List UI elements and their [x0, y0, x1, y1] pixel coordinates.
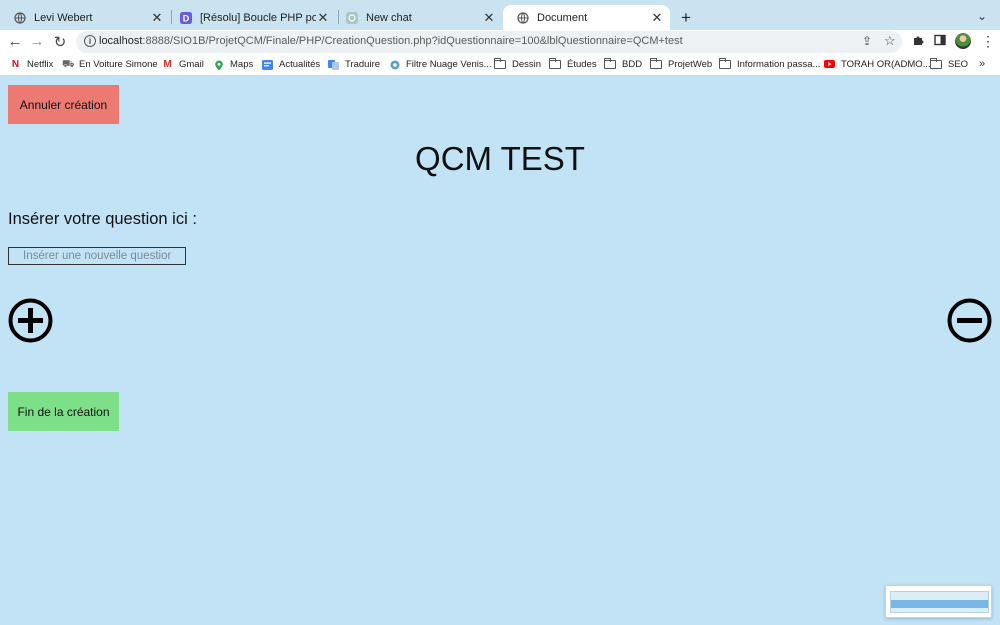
youtube-icon — [824, 59, 835, 70]
new-tab-plus-icon[interactable]: + — [678, 8, 694, 28]
bookmark-label: BDD — [622, 59, 643, 70]
page-title: QCM TEST — [415, 140, 585, 177]
bookmark-label: Études — [567, 59, 597, 70]
address-bar[interactable]: i localhost:8888/SIO1B/ProjetQCM/Finale/… — [76, 31, 902, 53]
back-arrow-icon[interactable]: ← — [6, 33, 24, 50]
bookmark-label: Traduire — [345, 59, 381, 70]
car-icon: ⛟ — [62, 58, 75, 70]
gmail-icon: M — [163, 58, 172, 70]
globe-icon — [14, 11, 26, 24]
bookmark-netflix[interactable]: N Netflix — [10, 58, 54, 70]
tab-document[interactable]: Document ✕ — [503, 5, 670, 30]
question-input[interactable] — [8, 247, 186, 265]
finish-creation-button[interactable]: Fin de la création — [8, 392, 119, 431]
bookmark-torah-or[interactable]: TORAH OR(ADMO... — [824, 59, 931, 70]
tab-title: [Résolu] Boucle PHP pour créer — [200, 11, 316, 24]
bookmark-label: Actualités — [279, 59, 321, 70]
bookmark-maps[interactable]: Maps — [213, 59, 253, 70]
translate-icon — [328, 59, 339, 70]
globe-icon — [517, 11, 529, 24]
folder-icon — [930, 58, 942, 69]
bookmark-traduire[interactable]: Traduire — [328, 59, 380, 70]
bookmark-label: TORAH OR(ADMO... — [841, 59, 931, 70]
browser-menu-icon[interactable]: ⋮ — [981, 33, 995, 50]
bookmark-en-voiture-simone[interactable]: ⛟ En Voiture Simone — [62, 59, 158, 70]
bookmark-label: Maps — [230, 59, 254, 70]
thumbnail-image — [890, 591, 989, 613]
bookmark-label: Information passa... — [737, 59, 821, 70]
tab-strip: Levi Webert ✕ D [Résolu] Boucle PHP pour… — [0, 0, 1000, 30]
tab-close-icon[interactable]: ✕ — [482, 10, 496, 26]
folder-icon — [650, 58, 662, 69]
url-path: :8888/SIO1B/ProjetQCM/Finale/PHP/Creatio… — [142, 35, 683, 47]
bookmark-label: En Voiture Simone — [79, 59, 158, 70]
bookmark-filtre-nuage[interactable]: Filtre Nuage Venis... — [389, 59, 492, 70]
add-question-plus-icon[interactable] — [8, 298, 53, 343]
bookmark-label: Dessin — [512, 59, 542, 70]
bookmark-label: ProjetWeb — [668, 59, 713, 70]
folder-icon — [494, 58, 506, 69]
svg-text:D: D — [183, 13, 190, 23]
site-info-icon[interactable]: i — [84, 35, 96, 47]
bookmark-gmail[interactable]: M Gmail — [162, 58, 204, 70]
share-icon[interactable]: ⇪ — [862, 34, 872, 48]
bookmark-star-icon[interactable]: ☆ — [884, 33, 896, 49]
folder-icon — [719, 58, 731, 69]
bookmarks-more-chevron[interactable]: » — [979, 58, 985, 70]
tab-title: Document — [537, 11, 588, 24]
tab-new-chat[interactable]: New chat ✕ — [332, 5, 502, 30]
bookmark-etudes[interactable]: Études — [549, 58, 597, 70]
tab-search-chevron-icon[interactable]: ⌄ — [977, 9, 987, 23]
bookmark-label: Filtre Nuage Venis... — [406, 59, 492, 70]
bookmark-label: Gmail — [179, 59, 204, 70]
cancel-creation-button[interactable]: Annuler création — [8, 85, 119, 124]
extensions-puzzle-icon[interactable] — [912, 34, 924, 49]
bookmark-label: SEO — [948, 59, 969, 70]
tab-title: Levi Webert — [34, 11, 93, 24]
chat-icon — [346, 11, 358, 24]
bookmark-dessin[interactable]: Dessin — [494, 58, 542, 70]
bookmark-actualites[interactable]: Actualités — [262, 59, 320, 70]
bookmark-bdd[interactable]: BDD — [604, 58, 643, 70]
d-logo-icon: D — [180, 11, 192, 24]
bookmark-label: Netflix — [27, 59, 54, 70]
tab-resolu-boucle-php[interactable]: D [Résolu] Boucle PHP pour créer ✕ — [166, 5, 336, 30]
reload-icon[interactable]: ↻ — [51, 33, 69, 51]
bookmark-projetweb[interactable]: ProjetWeb — [650, 58, 713, 70]
bookmark-seo[interactable]: SEO — [930, 58, 969, 70]
filter-icon — [389, 60, 400, 70]
folder-icon — [549, 58, 561, 69]
tab-close-icon[interactable]: ✕ — [650, 10, 664, 26]
tab-close-icon[interactable]: ✕ — [316, 10, 330, 26]
browser-toolbar: ← → ↻ i localhost:8888/SIO1B/ProjetQCM/F… — [0, 30, 1000, 54]
question-label: Insérer votre question ici : — [8, 210, 197, 228]
forward-arrow-icon[interactable]: → — [28, 33, 46, 50]
news-icon — [262, 59, 273, 70]
profile-avatar[interactable] — [955, 33, 971, 49]
maps-pin-icon — [213, 60, 224, 70]
screenshot-thumbnail-preview[interactable] — [885, 585, 992, 618]
thumbnail-bar — [891, 600, 988, 608]
tab-title: New chat — [366, 11, 412, 24]
url-host: localhost — [99, 35, 143, 47]
netflix-icon: N — [11, 58, 20, 70]
bookmark-information-passa[interactable]: Information passa... — [719, 58, 821, 70]
tab-close-icon[interactable]: ✕ — [150, 10, 164, 26]
remove-question-minus-icon[interactable] — [947, 298, 992, 343]
folder-icon — [604, 58, 616, 69]
url-text[interactable]: localhost:8888/SIO1B/ProjetQCM/Finale/PH… — [99, 35, 683, 47]
bookmarks-bar: N Netflix ⛟ En Voiture Simone M Gmail Ma… — [0, 54, 1000, 76]
tab-levi-webert[interactable]: Levi Webert ✕ — [0, 5, 170, 30]
side-panel-icon[interactable] — [934, 34, 946, 49]
